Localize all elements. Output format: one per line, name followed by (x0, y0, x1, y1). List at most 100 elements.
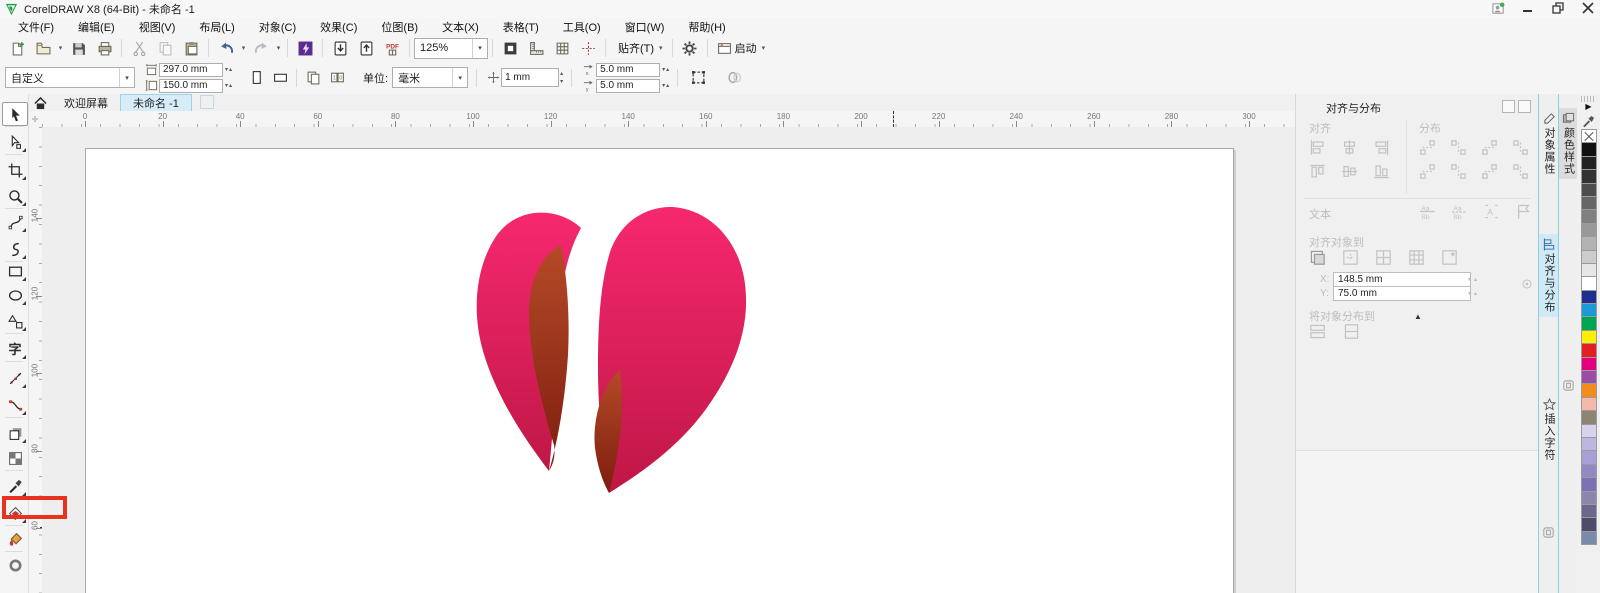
duplicate-distance-y-input[interactable]: 5.0 mm (596, 79, 660, 93)
page-preset-combobox[interactable]: 自定义▾ (5, 67, 135, 88)
menu-6[interactable]: 效果(C) (308, 18, 369, 36)
units-combobox[interactable]: 毫米▾ (392, 67, 468, 88)
treat-as-filled-button[interactable] (686, 66, 710, 90)
close-button[interactable] (1580, 1, 1596, 15)
print-button[interactable] (91, 36, 117, 60)
palette-swatch-10[interactable] (1581, 263, 1597, 277)
smart-fill-tool[interactable] (2, 527, 28, 551)
palette-swatch-14[interactable] (1581, 316, 1597, 330)
snap-to-button[interactable]: 贴齐(T)▾ (610, 36, 668, 60)
restore-button[interactable] (1550, 1, 1566, 15)
menu-7[interactable]: 位图(B) (369, 18, 430, 36)
page-width-input-stepper[interactable]: ▾▴ (225, 66, 232, 73)
launch-button[interactable]: 启动▾ (712, 36, 771, 60)
tab-welcome-screen[interactable]: 欢迎屏幕 (52, 95, 120, 111)
outline-pen-tool[interactable] (2, 553, 28, 577)
undo-dropdown[interactable]: ▾ (239, 37, 248, 59)
nudge-stepper[interactable]: ▴▾ (560, 70, 563, 86)
home-tab-icon[interactable] (28, 95, 52, 111)
palette-flyout-arrow[interactable]: ▶ (1585, 102, 1591, 114)
docker-float-button[interactable] (1502, 100, 1515, 113)
palette-swatch-19[interactable] (1581, 383, 1597, 397)
palette-swatch-23[interactable] (1581, 437, 1597, 451)
crop-tool[interactable] (2, 158, 28, 182)
docker-tab-1[interactable]: 对象属性 (1539, 108, 1559, 179)
guidelines-toggle-button[interactable] (575, 36, 601, 60)
export-button[interactable] (353, 36, 379, 60)
options-gear-button[interactable] (677, 36, 703, 60)
palette-swatch-30[interactable] (1581, 531, 1597, 545)
palette-swatch-17[interactable] (1581, 357, 1597, 371)
new-tab-button[interactable] (200, 95, 214, 109)
page-height-input-stepper[interactable]: ▾▴ (225, 82, 232, 89)
page-height-input[interactable]: 150.0 mm (159, 79, 223, 93)
palette-swatch-21[interactable] (1581, 410, 1597, 424)
menu-12[interactable]: 帮助(H) (676, 18, 737, 36)
import-button[interactable] (327, 36, 353, 60)
tab-untitled-document[interactable]: 未命名 -1 (120, 94, 192, 111)
palette-swatch-6[interactable] (1581, 209, 1597, 223)
fullscreen-preview-button[interactable] (497, 36, 523, 60)
freehand-tool[interactable] (2, 210, 28, 234)
x-coordinate-input[interactable]: 148.5 mm (1333, 272, 1471, 287)
rulers-toggle-button[interactable] (523, 36, 549, 60)
menu-9[interactable]: 表格(T) (491, 18, 551, 36)
menu-2[interactable]: 编辑(E) (66, 18, 127, 36)
search-content-button[interactable] (292, 36, 318, 60)
nudge-distance-input[interactable]: 1 mm (501, 68, 559, 87)
grid-toggle-button[interactable] (549, 36, 575, 60)
x-stepper[interactable]: ▾▴ (1468, 276, 1477, 283)
menu-8[interactable]: 文本(X) (430, 18, 491, 36)
palette-swatch-27[interactable] (1581, 491, 1597, 505)
ellipse-tool[interactable] (2, 283, 28, 307)
page-width-input[interactable]: 297.0 mm (159, 63, 223, 77)
rectangle-tool[interactable] (2, 259, 28, 283)
apply-to-all-pages-button[interactable] (301, 66, 325, 90)
zoom-tool[interactable] (2, 184, 28, 208)
docker-tab-2[interactable]: 对齐与分布 (1539, 234, 1559, 317)
palette-swatch-3[interactable] (1581, 169, 1597, 183)
broken-heart-drawing[interactable] (455, 190, 765, 520)
palette-swatch-4[interactable] (1581, 183, 1597, 197)
menu-1[interactable]: 文件(F) (6, 18, 66, 36)
shape-tool[interactable] (2, 130, 28, 154)
palette-swatch-24[interactable] (1581, 450, 1597, 464)
apply-to-current-page-button[interactable]: 10 (325, 66, 349, 90)
palette-swatch-7[interactable] (1581, 223, 1597, 237)
portrait-button[interactable] (244, 66, 268, 90)
palette-swatch-1[interactable] (1581, 142, 1597, 156)
menu-3[interactable]: 视图(V) (127, 18, 188, 36)
horizontal-ruler[interactable]: 0204060801001201401601802002202402602803… (42, 111, 1295, 128)
minimize-button[interactable] (1520, 1, 1536, 15)
drawing-canvas[interactable] (42, 127, 1295, 593)
pdf-publish-button[interactable]: PDF (379, 36, 405, 60)
palette-swatch-12[interactable] (1581, 290, 1597, 304)
palette-swatch-16[interactable] (1581, 343, 1597, 357)
palette-no-fill-swatch[interactable] (1581, 129, 1597, 143)
docker-close-button[interactable] (1518, 100, 1531, 113)
palette-swatch-2[interactable] (1581, 156, 1597, 170)
palette-swatch-25[interactable] (1581, 464, 1597, 478)
ruler-origin-corner[interactable]: ✛ (28, 111, 43, 128)
landscape-button[interactable] (268, 66, 292, 90)
save-button[interactable] (65, 36, 91, 60)
redo-dropdown[interactable]: ▾ (274, 37, 283, 59)
y-stepper[interactable]: ▾▴ (1468, 290, 1477, 297)
pick-tool[interactable] (2, 102, 28, 126)
docker-collapse-arrow[interactable]: ▲ (1414, 312, 1422, 321)
polygon-tool[interactable] (2, 309, 28, 333)
new-document-button[interactable] (4, 36, 30, 60)
palette-swatch-11[interactable] (1581, 276, 1597, 290)
dimension-tool[interactable] (2, 366, 28, 390)
docker-tab-3[interactable]: 插入字符 (1539, 394, 1559, 465)
menu-10[interactable]: 工具(O) (551, 18, 613, 36)
palette-swatch-28[interactable] (1581, 504, 1597, 518)
artistic-media-tool[interactable] (2, 237, 28, 261)
connector-tool[interactable] (2, 393, 28, 417)
color-styles-tab[interactable]: 颜色样式 (1559, 108, 1578, 179)
palette-swatch-9[interactable] (1581, 250, 1597, 264)
specify-point-icon[interactable] (1521, 278, 1533, 290)
drop-shadow-tool[interactable] (2, 421, 28, 445)
menu-4[interactable]: 布局(L) (187, 18, 246, 36)
palette-swatch-8[interactable] (1581, 236, 1597, 250)
